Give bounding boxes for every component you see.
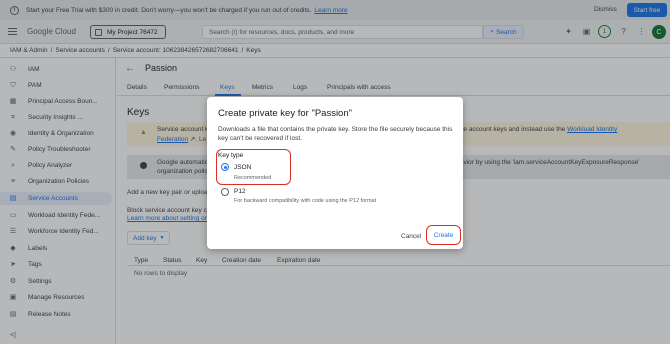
create-button[interactable]: Create (429, 228, 458, 242)
dialog-description: Downloads a file that contains the priva… (218, 126, 453, 142)
json-sublabel: Recommended (234, 175, 272, 181)
dialog-title: Create private key for "Passion" (218, 108, 352, 119)
cancel-button[interactable]: Cancel (401, 233, 421, 240)
p12-sublabel: For backward compatibility with code usi… (234, 198, 377, 204)
json-radio[interactable] (221, 163, 229, 171)
create-private-key-dialog: Create private key for "Passion" Downloa… (207, 97, 463, 249)
json-label[interactable]: JSON (234, 164, 251, 171)
p12-radio[interactable] (221, 188, 229, 196)
p12-label[interactable]: P12 (234, 188, 246, 195)
